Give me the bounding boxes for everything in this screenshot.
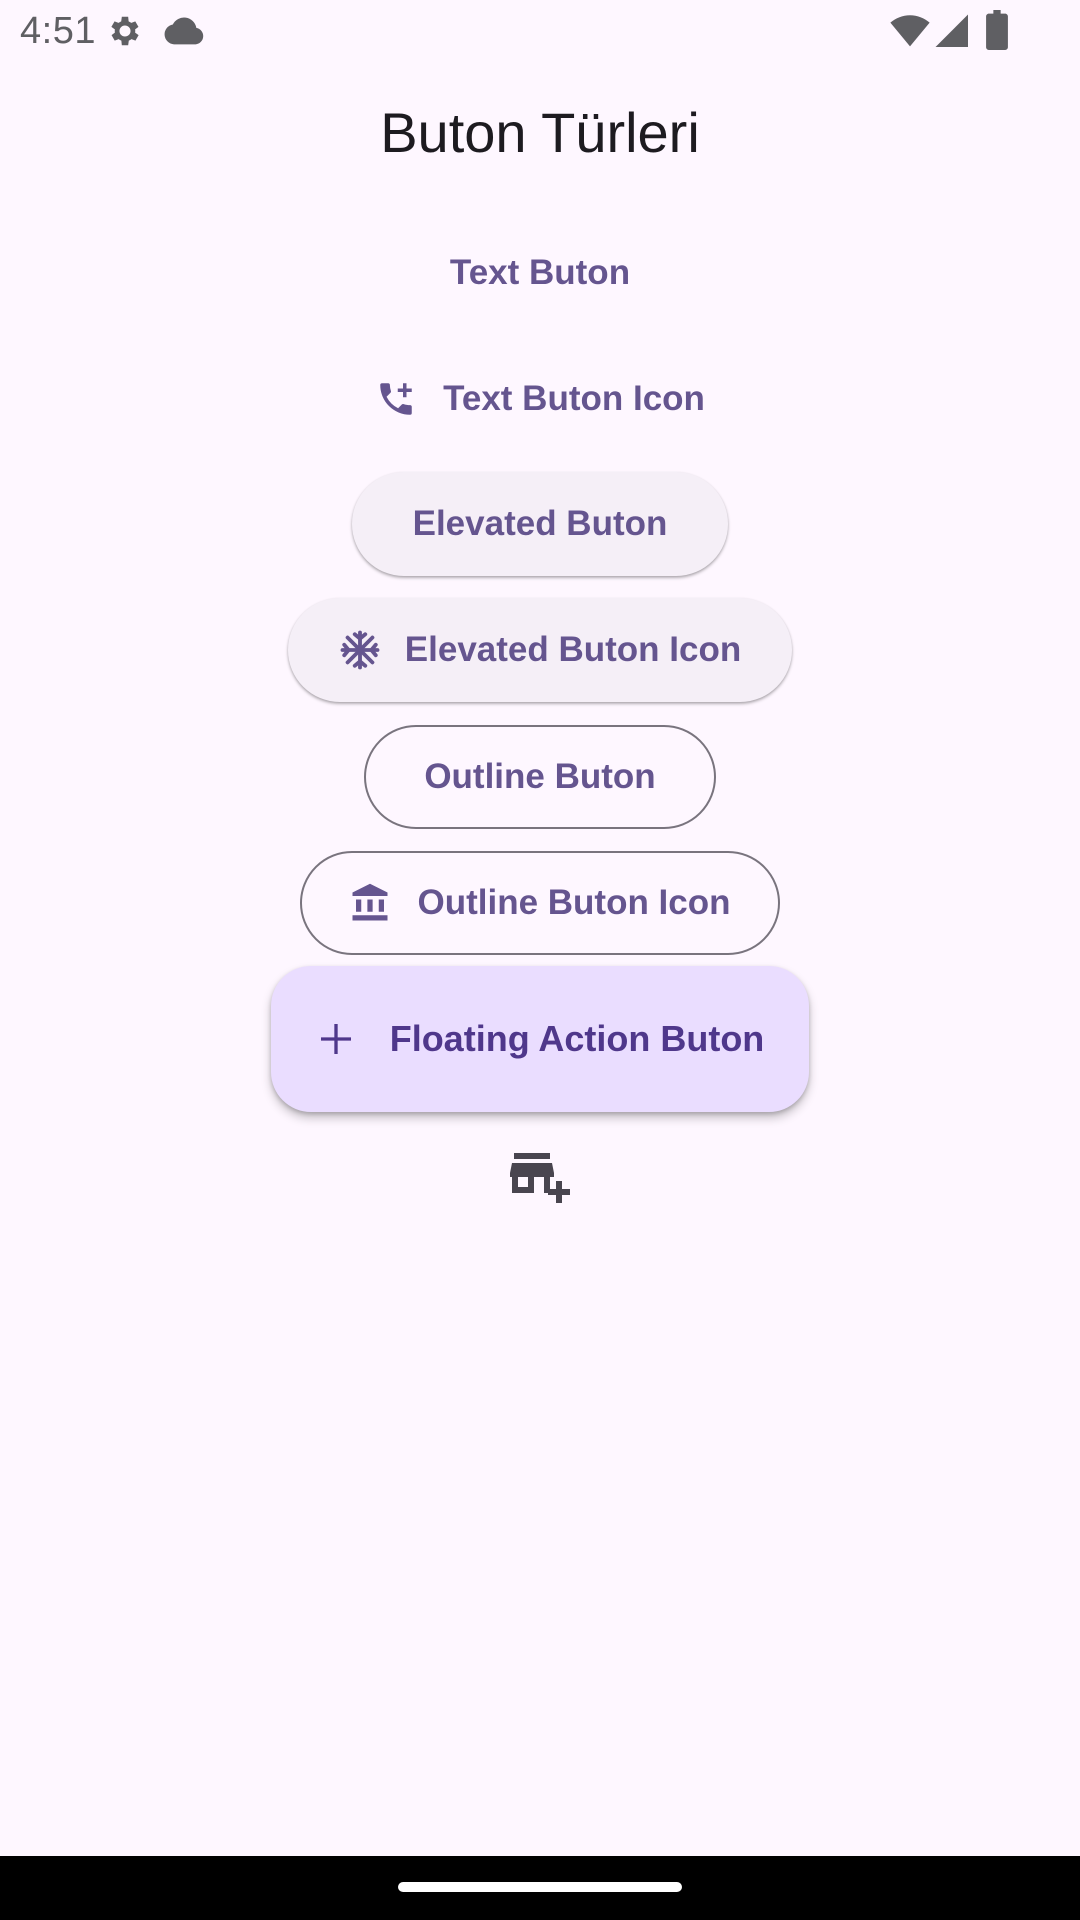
cell-signal-icon (934, 12, 968, 48)
cloud-icon (164, 14, 204, 48)
elevated-button-label: Elevated Buton (412, 504, 668, 543)
elevated-button-with-icon-label: Elevated Buton Icon (404, 630, 742, 669)
text-button[interactable]: Text Buton (420, 236, 660, 310)
floating-action-button-label: Floating Action Buton (389, 1018, 765, 1059)
outline-button-label: Outline Buton (424, 757, 656, 796)
text-button-with-icon[interactable]: Text Buton Icon (360, 362, 720, 436)
bank-icon (349, 882, 391, 924)
elevated-button-with-icon[interactable]: Elevated Buton Icon (288, 598, 792, 702)
snowflake-icon (339, 629, 381, 671)
status-bar: 4:51 (0, 0, 1080, 64)
settings-gear-icon (106, 12, 144, 50)
outline-button-with-icon-label: Outline Buton Icon (417, 883, 731, 922)
status-time: 4:51 (20, 10, 96, 52)
wifi-icon (890, 12, 930, 48)
navigation-bar (0, 1856, 1080, 1920)
add-business-icon-button[interactable] (500, 1144, 580, 1216)
page-title: Buton Türleri (380, 101, 700, 164)
battery-icon (986, 10, 1008, 50)
outline-button-with-icon[interactable]: Outline Buton Icon (300, 851, 780, 955)
outline-button[interactable]: Outline Buton (364, 725, 716, 829)
add-call-icon (375, 378, 417, 420)
floating-action-button[interactable]: Floating Action Buton (271, 966, 809, 1112)
add-business-icon (510, 1151, 570, 1210)
text-button-label: Text Buton (449, 253, 631, 292)
text-button-with-icon-label: Text Buton Icon (443, 379, 705, 418)
home-gesture-handle[interactable] (398, 1882, 682, 1892)
screen: 4:51 Buton Türleri Text Buton Text Buton… (0, 0, 1080, 1920)
plus-icon (316, 1019, 356, 1059)
elevated-button[interactable]: Elevated Buton (352, 472, 728, 576)
